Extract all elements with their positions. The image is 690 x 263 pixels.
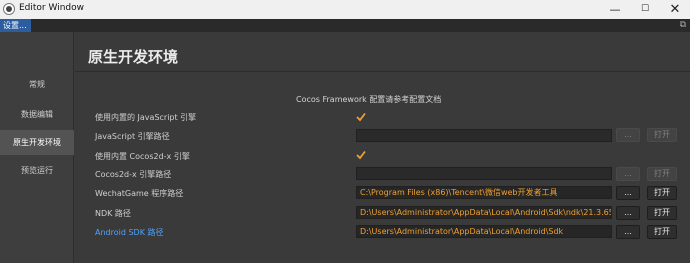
use-builtin-js-checkbox[interactable] [356, 112, 366, 122]
android-sdk-path-field[interactable]: D:\Users\Administrator\AppData\Local\And… [356, 225, 612, 238]
use-builtin-cocos-label: 使用内置 Cocos2d-x 引擎 [95, 152, 190, 161]
cocos-engine-path-field[interactable] [356, 167, 612, 180]
maximize-button[interactable]: ☐ [630, 0, 660, 19]
tab-strip: 设置... ⧉ [0, 19, 690, 32]
title-divider [75, 71, 690, 72]
android-sdk-browse-button[interactable]: ... [616, 225, 640, 239]
js-engine-browse-button[interactable]: ... [616, 128, 640, 142]
wechatgame-open-button[interactable]: 打开 [647, 186, 677, 200]
tab-settings[interactable]: 设置... [0, 19, 31, 32]
sidebar: 常规 数据编辑 原生开发环境 预览运行 [0, 32, 74, 263]
ndk-browse-button[interactable]: ... [616, 206, 640, 220]
page-title: 原生开发环境 [88, 48, 179, 66]
android-sdk-path-link[interactable]: Android SDK 路径 [95, 227, 164, 238]
cocos-engine-browse-button[interactable]: ... [616, 167, 640, 181]
framework-config-note[interactable]: Cocos Framework 配置请参考配置文档 [296, 94, 441, 105]
sidebar-item-preview-run[interactable]: 预览运行 [0, 158, 74, 183]
wechatgame-browse-button[interactable]: ... [616, 186, 640, 200]
panel-menu-icon[interactable]: ⧉ [680, 20, 686, 30]
sidebar-item-native-env[interactable]: 原生开发环境 [0, 130, 74, 155]
use-builtin-cocos-checkbox[interactable] [356, 150, 366, 160]
minimize-button[interactable]: — [600, 0, 630, 19]
checkmark-icon [356, 150, 366, 160]
app-icon [3, 3, 15, 15]
title-bar: Editor Window — ☐ ✕ [0, 0, 690, 19]
js-engine-path-field[interactable] [356, 129, 612, 142]
close-button[interactable]: ✕ [660, 0, 690, 19]
sidebar-item-general[interactable]: 常规 [0, 72, 74, 97]
main-panel: 原生开发环境 Cocos Framework 配置请参考配置文档 使用内置的 J… [75, 32, 690, 263]
ndk-open-button[interactable]: 打开 [647, 206, 677, 220]
cocos-engine-path-label: Cocos2d-x 引擎路径 [95, 170, 172, 179]
wechatgame-path-field[interactable]: C:\Program Files (x86)\Tencent\微信web开发者工… [356, 186, 612, 199]
android-sdk-open-button[interactable]: 打开 [647, 225, 677, 239]
sidebar-item-data-editing[interactable]: 数据编辑 [0, 102, 74, 127]
ndk-path-field[interactable]: D:\Users\Administrator\AppData\Local\And… [356, 206, 612, 219]
window-title: Editor Window [19, 3, 84, 13]
js-engine-path-label: JavaScript 引擎路径 [95, 132, 170, 141]
js-engine-open-button[interactable]: 打开 [647, 128, 677, 142]
checkmark-icon [356, 112, 366, 122]
cocos-engine-open-button[interactable]: 打开 [647, 167, 677, 181]
use-builtin-js-label: 使用内置的 JavaScript 引擎 [95, 113, 197, 122]
ndk-path-label: NDK 路径 [95, 209, 131, 218]
wechatgame-path-label: WechatGame 程序路径 [95, 189, 184, 198]
